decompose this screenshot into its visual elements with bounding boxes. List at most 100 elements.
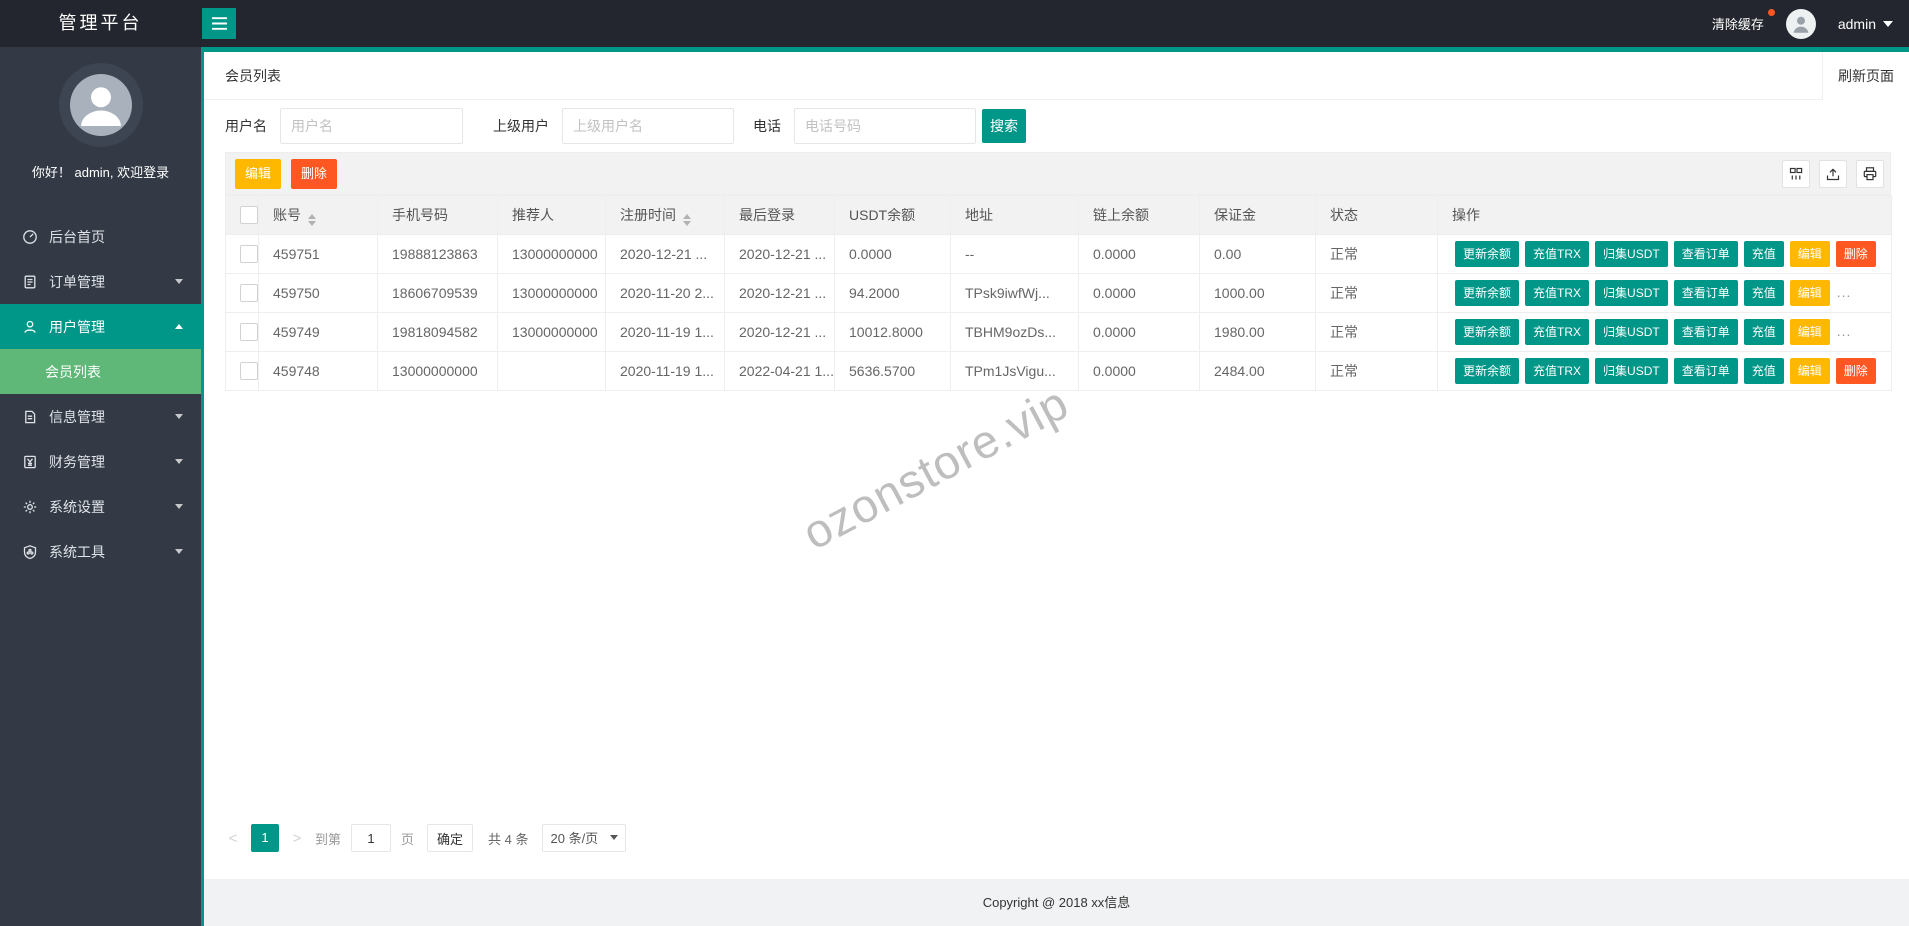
total-count-label: 共 4 条 (488, 831, 529, 847)
username-input[interactable] (280, 108, 463, 144)
sidebar-item-users[interactable]: 用户管理 (0, 304, 201, 349)
recharge-trx-button[interactable]: 充值TRX (1525, 241, 1590, 267)
next-page-button[interactable]: > (289, 830, 305, 847)
collect-usdt-button[interactable]: 归集USDT (1595, 241, 1668, 267)
page-size-select[interactable]: 20 条/页 (541, 824, 626, 852)
print-button[interactable] (1856, 159, 1884, 188)
view-orders-button[interactable]: 查看订单 (1673, 280, 1738, 306)
menu-toggle-button[interactable] (202, 8, 236, 39)
chevron-down-icon (175, 549, 183, 554)
col-deposit: 保证金 (1199, 195, 1316, 235)
more-actions[interactable]: ... (1837, 284, 1852, 300)
cell-chain: 0.0000 (1078, 273, 1200, 313)
parent-user-input[interactable] (562, 108, 734, 144)
sidebar-item-dashboard[interactable]: 后台首页 (0, 214, 201, 259)
sidebar-item-member-list[interactable]: 会员列表 (0, 349, 201, 394)
current-page-button[interactable]: 1 (251, 824, 279, 852)
phone-input[interactable] (794, 108, 976, 144)
table-header-row: 账号 手机号码 推荐人 注册时间 最后登录 USDT余额 地址 链上余额 保证金… (225, 195, 1892, 235)
username-label: admin (1837, 15, 1876, 32)
cell-chain: 0.0000 (1078, 312, 1200, 352)
sidebar-item-finance[interactable]: 财务管理 (0, 439, 201, 484)
settings-icon (23, 500, 37, 513)
sidebar-item-orders[interactable]: 订单管理 (0, 259, 201, 304)
sidebar-item-info[interactable]: 信息管理 (0, 394, 201, 439)
columns-filter-button[interactable] (1782, 159, 1810, 188)
delete-button[interactable]: 删除 (291, 158, 338, 189)
hamburger-icon (211, 17, 227, 30)
recharge-trx-button[interactable]: 充值TRX (1525, 280, 1590, 306)
update-balance-button[interactable]: 更新余额 (1455, 358, 1520, 384)
search-button[interactable]: 搜索 (982, 109, 1026, 143)
goto-page-input[interactable] (351, 824, 392, 852)
prev-page-button[interactable]: < (225, 830, 241, 847)
recharge-button[interactable]: 充值 (1743, 241, 1784, 267)
sidebar-item-tools[interactable]: 系统工具 (0, 529, 201, 574)
admin-app: 管理平台 清除缓存 admin 你好！ admin, 欢迎登录 后台首页 订单管… (0, 0, 1909, 926)
collect-usdt-button[interactable]: 归集USDT (1595, 319, 1668, 345)
cell-account: 459749 (258, 312, 378, 352)
view-orders-button[interactable]: 查看订单 (1673, 319, 1738, 345)
cell-last-login: 2020-12-21 ... (724, 312, 835, 352)
update-balance-button[interactable]: 更新余额 (1455, 241, 1520, 267)
collect-usdt-button[interactable]: 归集USDT (1595, 280, 1668, 306)
col-last-login: 最后登录 (724, 195, 835, 235)
cell-usdt: 5636.5700 (834, 351, 951, 391)
cell-status: 正常 (1315, 312, 1438, 352)
user-menu[interactable]: admin (1838, 16, 1893, 32)
edit-row-button[interactable]: 编辑 (1789, 241, 1830, 267)
cell-reg-time: 2020-11-20 2... (605, 273, 725, 313)
row-checkbox[interactable] (240, 323, 258, 342)
refresh-page-button[interactable]: 刷新页面 (1822, 52, 1909, 100)
cell-status: 正常 (1315, 351, 1438, 391)
recharge-trx-button[interactable]: 充值TRX (1525, 358, 1590, 384)
edit-row-button[interactable]: 编辑 (1789, 319, 1830, 345)
member-table: 账号 手机号码 推荐人 注册时间 最后登录 USDT余额 地址 链上余额 保证金… (225, 195, 1892, 391)
confirm-page-button[interactable]: 确定 (427, 824, 474, 852)
edit-button[interactable]: 编辑 (235, 158, 282, 189)
update-balance-button[interactable]: 更新余额 (1455, 280, 1520, 306)
cell-account: 459751 (258, 234, 378, 274)
recharge-button[interactable]: 充值 (1743, 358, 1784, 384)
edit-row-button[interactable]: 编辑 (1789, 358, 1830, 384)
select-all-checkbox[interactable] (240, 206, 258, 225)
recharge-button[interactable]: 充值 (1743, 280, 1784, 306)
header-avatar[interactable] (1785, 8, 1816, 39)
cell-actions: 更新余额 充值TRX 归集USDT 查看订单 充值 编辑 删除 (1437, 234, 1892, 274)
delete-row-button[interactable]: 删除 (1835, 358, 1876, 384)
update-balance-button[interactable]: 更新余额 (1455, 319, 1520, 345)
row-checkbox[interactable] (240, 284, 258, 303)
goto-prefix-label: 到第 (315, 831, 342, 847)
columns-icon (1789, 167, 1803, 179)
cell-phone: 13000000000 (377, 351, 498, 391)
clear-cache-link[interactable]: 清除缓存 (1712, 9, 1775, 33)
sidebar-item-settings[interactable]: 系统设置 (0, 484, 201, 529)
cell-address: TPsk9iwfWj... (950, 273, 1079, 313)
collect-usdt-button[interactable]: 归集USDT (1595, 358, 1668, 384)
row-checkbox[interactable] (240, 245, 258, 264)
notification-dot-icon (1767, 9, 1775, 16)
col-referrer: 推荐人 (497, 195, 606, 235)
export-button[interactable] (1819, 159, 1847, 188)
more-actions[interactable]: ... (1837, 323, 1852, 339)
view-orders-button[interactable]: 查看订单 (1673, 358, 1738, 384)
cell-reg-time: 2020-11-19 1... (605, 351, 725, 391)
page-size-select-wrap: 20 条/页 (541, 824, 626, 852)
sidebar-item-label: 订单管理 (49, 273, 105, 290)
cell-last-login: 2020-12-21 ... (724, 234, 835, 274)
row-checkbox[interactable] (240, 362, 258, 381)
delete-row-button[interactable]: 删除 (1835, 241, 1876, 267)
col-usdt: USDT余额 (834, 195, 951, 235)
col-address: 地址 (950, 195, 1079, 235)
view-orders-button[interactable]: 查看订单 (1673, 241, 1738, 267)
recharge-trx-button[interactable]: 充值TRX (1525, 319, 1590, 345)
watermark: ozonstore.vip (793, 375, 1077, 560)
dashboard-icon (23, 229, 37, 244)
username-label: 用户名 (225, 118, 267, 134)
sort-icon[interactable] (683, 213, 691, 226)
sidebar-avatar (58, 63, 143, 147)
edit-row-button[interactable]: 编辑 (1789, 280, 1830, 306)
cell-referrer: 13000000000 (497, 234, 606, 274)
sort-icon[interactable] (308, 213, 316, 226)
recharge-button[interactable]: 充值 (1743, 319, 1784, 345)
